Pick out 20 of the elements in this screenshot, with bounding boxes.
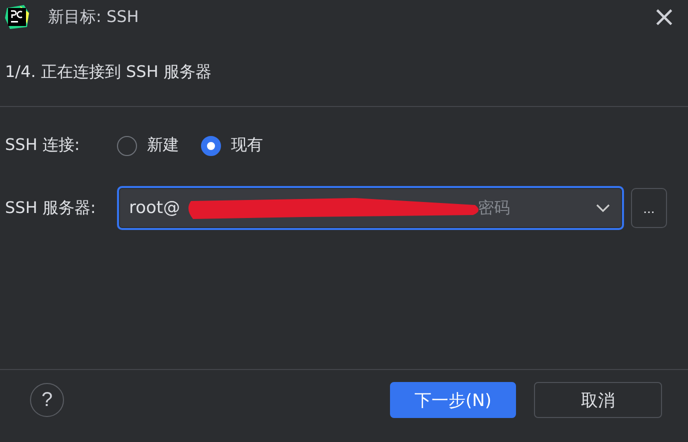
close-button[interactable]: ×	[648, 3, 680, 31]
radio-option[interactable]: 新建	[117, 135, 179, 156]
server-dropdown[interactable]: root@ 密码	[117, 186, 624, 230]
app-logo-icon	[4, 4, 30, 30]
radio-button[interactable]	[201, 136, 221, 156]
server-value: root@	[129, 198, 180, 218]
help-button[interactable]: ?	[30, 383, 64, 417]
radio-button[interactable]	[117, 136, 137, 156]
server-label: SSH 服务器:	[5, 198, 97, 218]
radio-label: 新建	[147, 135, 179, 156]
window-title: 新目标: SSH	[48, 6, 139, 28]
cancel-button[interactable]: 取消	[534, 382, 662, 418]
radio-option[interactable]: 现有	[201, 135, 263, 156]
next-button[interactable]: 下一步(N)	[390, 382, 516, 418]
step-heading: 1/4. 正在连接到 SSH 服务器	[4, 62, 212, 83]
connection-label: SSH 连接:	[5, 135, 81, 156]
auth-type: 密码	[478, 198, 510, 218]
chevron-down-icon	[596, 204, 610, 212]
browse-button[interactable]: ...	[631, 188, 667, 228]
radio-label: 现有	[231, 135, 263, 156]
